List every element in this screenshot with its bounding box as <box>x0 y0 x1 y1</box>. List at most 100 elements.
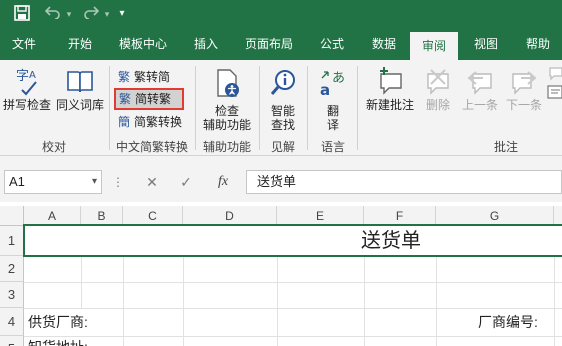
cell-a1-selected[interactable] <box>23 224 562 257</box>
tab-review[interactable]: 审阅 <box>410 32 458 60</box>
simp-to-trad-icon: 繁 <box>118 92 131 106</box>
column-header-g[interactable]: G <box>436 206 554 226</box>
accessibility-check-icon <box>217 69 239 97</box>
gridline <box>24 308 562 309</box>
formula-input[interactable]: 送货单 <box>246 170 562 194</box>
tab-file[interactable]: 文件 <box>0 28 48 60</box>
save-icon[interactable] <box>12 5 32 23</box>
ribbon-review: 字 A 拼写检查 同义词库 校对 繁繁转简 繁简转繁 簡简繁转换 中文简繁转换 … <box>0 60 562 156</box>
column-header-h[interactable] <box>554 206 562 226</box>
translate-icon: a あ <box>320 71 345 98</box>
column-header-b[interactable]: B <box>81 206 123 226</box>
enter-icon[interactable]: ✓ <box>176 170 196 194</box>
gridline <box>24 336 562 337</box>
previous-comment-icon <box>467 71 492 95</box>
undo-icon[interactable] <box>42 5 64 23</box>
next-comment-icon <box>512 71 537 95</box>
gridline <box>123 256 124 346</box>
cancel-icon[interactable]: ✕ <box>142 170 162 194</box>
tab-view[interactable]: 视图 <box>462 28 510 60</box>
svg-text:あ: あ <box>332 71 345 86</box>
tab-insert[interactable]: 插入 <box>182 28 230 60</box>
name-box[interactable]: A1 ▾ <box>4 170 102 194</box>
ribbon-tabs: 文件 开始 模板中心 插入 页面布局 公式 数据 审阅 视图 帮助 <box>0 28 562 60</box>
translate-button[interactable]: a あ 翻 译 <box>312 68 354 132</box>
name-box-value: A1 <box>9 174 25 189</box>
new-comment-icon <box>380 67 402 95</box>
gridline <box>554 256 555 346</box>
delete-comment-label: 删除 <box>425 98 450 112</box>
row-header-1[interactable]: 1 <box>0 226 24 256</box>
row-header-2[interactable]: 2 <box>0 256 24 282</box>
name-box-dropdown-icon[interactable]: ▾ <box>92 171 97 193</box>
show-comments-button[interactable] <box>546 64 562 103</box>
redo-dropdown-icon[interactable]: ▾ <box>102 5 112 23</box>
trad-to-simp-button[interactable]: 繁繁转简 <box>116 68 170 86</box>
group-label-comments: 批注 <box>493 140 518 154</box>
tab-formulas[interactable]: 公式 <box>308 28 356 60</box>
formula-bar-grip-icon: ⋮ <box>112 175 124 189</box>
gridline <box>364 256 365 346</box>
delete-comment-button[interactable]: 删除 <box>418 66 458 112</box>
row-header-5[interactable]: 5 <box>0 336 24 346</box>
gridline <box>277 256 278 346</box>
next-comment-button[interactable]: 下一条 <box>502 66 546 112</box>
chinese-convert-icon: 簡 <box>117 115 130 129</box>
tab-data[interactable]: 数据 <box>360 28 408 60</box>
gridline <box>24 282 562 283</box>
previous-comment-label: 上一条 <box>461 98 498 112</box>
thesaurus-label: 同义词库 <box>55 98 104 112</box>
column-header-c[interactable]: C <box>123 206 183 226</box>
svg-text:字: 字 <box>16 69 29 84</box>
insert-function-icon[interactable]: fx <box>210 170 236 194</box>
trad-to-simp-icon: 繁 <box>117 70 130 84</box>
column-header-d[interactable]: D <box>183 206 277 226</box>
smart-lookup-label-line2: 查找 <box>270 118 295 132</box>
new-comment-button[interactable]: 新建批注 <box>362 66 418 112</box>
previous-comment-button[interactable]: 上一条 <box>458 66 502 112</box>
row-header-3[interactable]: 3 <box>0 282 24 308</box>
group-label-accessibility: 辅助功能 <box>202 140 251 154</box>
formula-bar: A1 ▾ ⋮ ✕ ✓ fx 送货单 <box>0 156 562 202</box>
customize-toolbar-icon[interactable]: ▾ <box>116 5 128 23</box>
translate-label-line1: 翻 <box>326 104 339 118</box>
delete-comment-icon <box>427 69 449 95</box>
group-label-language: 语言 <box>320 140 345 154</box>
next-comment-label: 下一条 <box>505 98 542 112</box>
book-icon <box>67 71 93 93</box>
group-label-proofing: 校对 <box>41 140 66 154</box>
group-separator <box>357 66 358 150</box>
redo-icon[interactable] <box>80 5 102 23</box>
tab-template-center[interactable]: 模板中心 <box>110 28 176 60</box>
tab-home[interactable]: 开始 <box>56 28 104 60</box>
thesaurus-button[interactable]: 同义词库 <box>54 66 106 112</box>
cell-supplier-label: 供货厂商: <box>28 314 88 330</box>
column-header-a[interactable]: A <box>24 206 81 226</box>
cell-supplier-code-label: 厂商编号: <box>478 314 538 330</box>
simp-to-trad-button[interactable]: 繁简转繁 <box>117 90 171 108</box>
tab-help[interactable]: 帮助 <box>514 28 562 60</box>
check-accessibility-label-line2: 辅助功能 <box>202 118 251 132</box>
tab-page-layout[interactable]: 页面布局 <box>236 28 302 60</box>
group-label-chinese-conversion: 中文简繁转换 <box>115 140 188 154</box>
column-header-f[interactable]: F <box>364 206 436 226</box>
spellcheck-button[interactable]: 字 A 拼写检查 <box>2 66 52 112</box>
column-header-e[interactable]: E <box>277 206 364 226</box>
spellcheck-label: 拼写检查 <box>2 98 51 112</box>
translate-label-line2: 译 <box>326 118 339 132</box>
undo-dropdown-icon[interactable]: ▾ <box>64 5 74 23</box>
smart-lookup-icon <box>270 70 295 95</box>
select-all-corner[interactable] <box>0 206 24 226</box>
chinese-convert-button[interactable]: 簡简繁转换 <box>116 113 182 131</box>
worksheet-grid: A B C D E F G 1 2 3 4 5 送货单 供货厂商: 厂商编号: … <box>0 202 562 346</box>
svg-text:A: A <box>29 70 36 81</box>
smart-lookup-button[interactable]: 智能 查找 <box>262 68 304 132</box>
check-accessibility-button[interactable]: 检查 辅助功能 <box>198 68 256 132</box>
row-header-4[interactable]: 4 <box>0 308 24 336</box>
svg-text:a: a <box>320 81 330 98</box>
cell-title: 送货单 <box>361 230 421 252</box>
trad-to-simp-label: 繁转简 <box>134 70 171 84</box>
gridline <box>183 256 184 346</box>
spellcheck-icon: 字 A <box>16 69 37 96</box>
show-comments-icon <box>547 67 562 99</box>
